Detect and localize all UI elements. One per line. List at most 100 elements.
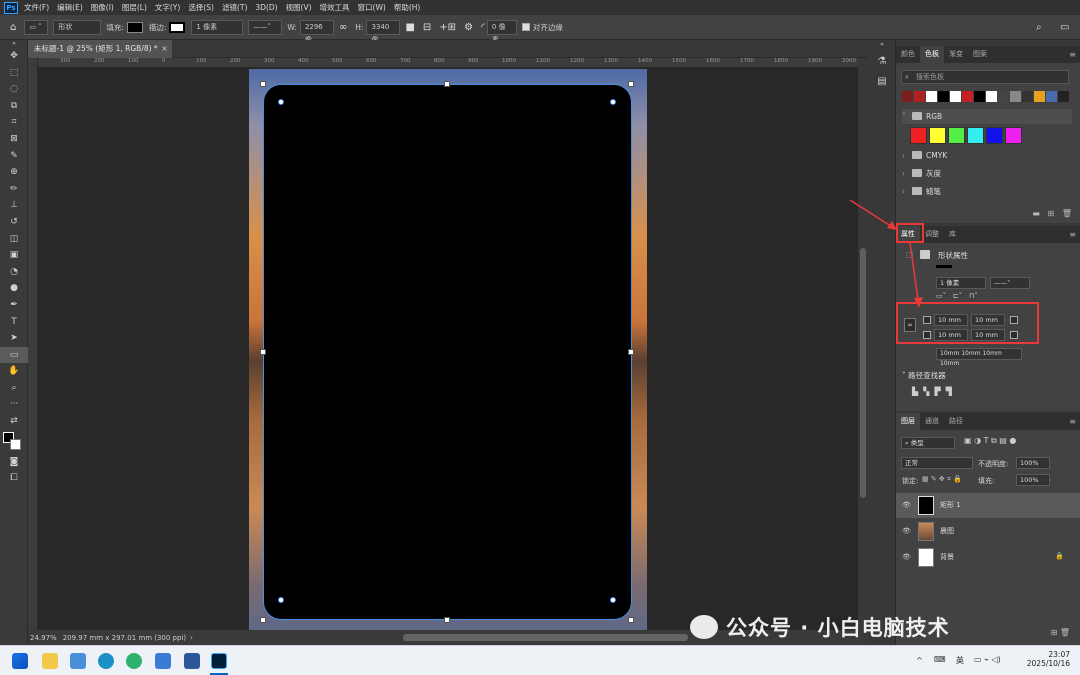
swatch[interactable]	[1005, 127, 1022, 144]
transform-handle[interactable]	[444, 617, 450, 623]
zoom-tool-icon[interactable]: ⌕	[0, 380, 28, 397]
link-icon[interactable]: ∞	[339, 22, 347, 33]
gradient-tool-icon[interactable]: ▣	[0, 247, 28, 264]
workspace-icon[interactable]: ▭	[1060, 22, 1069, 33]
swatch[interactable]	[986, 127, 1003, 144]
clock[interactable]: 23:07 2025/10/16	[1027, 650, 1070, 668]
menu-window[interactable]: 窗口(W)	[358, 2, 386, 13]
object-select-tool-icon[interactable]: ⧉	[0, 98, 28, 115]
menu-3d[interactable]: 3D(D)	[255, 3, 277, 12]
menu-image[interactable]: 图像(I)	[91, 2, 114, 13]
panel-menu-icon[interactable]: ≡	[1069, 417, 1076, 426]
tab-swatches[interactable]: 色板	[920, 46, 944, 63]
swatch-group[interactable]: › 灰度	[902, 166, 1072, 181]
vertical-scrollbar[interactable]	[858, 58, 868, 630]
blur-tool-icon[interactable]: ◔	[0, 264, 28, 281]
menu-file[interactable]: 文件(F)	[24, 2, 49, 13]
gear-icon[interactable]: ⚙	[464, 22, 473, 33]
home-icon[interactable]: ⌂	[10, 22, 16, 33]
stroke-type-select[interactable]: ——˅	[990, 277, 1030, 289]
transform-handle[interactable]	[260, 349, 266, 355]
corner-radius-handle[interactable]	[278, 597, 284, 603]
tab-libraries[interactable]: 库	[944, 226, 961, 243]
menu-view[interactable]: 视图(V)	[286, 2, 312, 13]
fill-swatch[interactable]	[126, 21, 143, 33]
tab-color[interactable]: 颜色	[896, 46, 920, 63]
photoshop-taskbar-icon[interactable]	[211, 653, 227, 669]
swatch-group[interactable]: › CMYK	[902, 148, 1072, 163]
swatch[interactable]	[902, 91, 913, 102]
path-select-tool-icon[interactable]: ➤	[0, 330, 28, 347]
screen-mode-icon[interactable]: ⧠	[0, 470, 28, 487]
path-arrangement-icon[interactable]: +⊞	[439, 22, 456, 33]
swatch[interactable]	[1022, 91, 1033, 102]
background-color-swatch[interactable]	[10, 438, 21, 450]
swatch[interactable]	[914, 91, 925, 102]
menu-plugins[interactable]: 增效工具	[320, 2, 350, 13]
search-icon[interactable]: ⌕	[1036, 22, 1042, 33]
menu-filter[interactable]: 滤镜(T)	[222, 2, 247, 13]
rectangle-tool-icon[interactable]: ▭	[0, 346, 28, 364]
swatch[interactable]	[1058, 91, 1069, 102]
quick-mask-icon[interactable]: ◙	[0, 454, 28, 471]
swatch[interactable]	[926, 91, 937, 102]
ime-indicator[interactable]: 英	[956, 655, 964, 666]
lock-icons[interactable]: ▦ ✎ ✥ ⌗ 🔒	[922, 475, 962, 484]
marquee-tool-icon[interactable]: ⬚	[0, 65, 28, 82]
height-input[interactable]: 3340 像	[366, 19, 401, 44]
link-corners-icon[interactable]: ∞	[904, 318, 916, 332]
status-chevron-icon[interactable]: ›	[190, 634, 193, 642]
eye-icon[interactable]: 👁	[902, 553, 911, 561]
menu-edit[interactable]: 编辑(E)	[57, 2, 83, 13]
corner-radius-handle[interactable]	[610, 597, 616, 603]
menu-type[interactable]: 文字(Y)	[155, 2, 180, 13]
panel-menu-icon[interactable]: ≡	[1069, 50, 1076, 59]
swatch-search-input[interactable]: ⌕ 搜索色板	[901, 70, 1069, 84]
transform-handle[interactable]	[444, 81, 450, 87]
transform-handle[interactable]	[260, 81, 266, 87]
radius-input[interactable]: 0 像素	[486, 19, 517, 44]
swatch[interactable]	[974, 91, 985, 102]
corner-bottom-left-input[interactable]: 10 mm	[934, 329, 968, 341]
stroke-swatch[interactable]	[169, 21, 186, 33]
word-icon[interactable]	[184, 653, 200, 669]
swatch[interactable]	[1010, 91, 1021, 102]
rounded-rectangle-shape[interactable]	[263, 84, 632, 620]
network-icon[interactable]: ▭ ⌁ ◁)	[974, 655, 1001, 664]
layer-row[interactable]: 👁 矩形 1	[896, 493, 1080, 518]
vertical-ruler[interactable]	[28, 58, 38, 630]
transform-handle[interactable]	[260, 617, 266, 623]
stroke-width-select[interactable]: 1 像素	[936, 277, 986, 289]
tray-chevron-icon[interactable]: ^	[916, 656, 923, 665]
menu-help[interactable]: 帮助(H)	[394, 2, 421, 13]
swatch-panel-buttons[interactable]: ▬ ⊞ 🗑	[1032, 209, 1072, 218]
toolbar-collapse-icon[interactable]: »	[0, 40, 28, 48]
tool-preset-picker[interactable]: ▭ ˅	[24, 19, 49, 35]
lasso-tool-icon[interactable]: ◌	[0, 81, 28, 98]
menu-select[interactable]: 选择(S)	[188, 2, 214, 13]
width-input[interactable]: 2296 像	[299, 19, 334, 44]
frame-tool-icon[interactable]: ⊠	[0, 131, 28, 148]
collapse-panels-icon[interactable]: «	[868, 40, 896, 52]
file-explorer-icon[interactable]	[42, 653, 58, 669]
swatch[interactable]	[962, 91, 973, 102]
swatch[interactable]	[998, 91, 1009, 102]
fill-input[interactable]: 100%	[1016, 474, 1050, 486]
corner-radius-handle[interactable]	[278, 99, 284, 105]
swap-colors-icon[interactable]: ⇄	[0, 413, 28, 430]
blend-mode-select[interactable]: 正常	[901, 457, 973, 469]
stroke-align-buttons[interactable]: ▭˅ ⊏˅ ⊓˅	[936, 292, 978, 300]
zoom-level[interactable]: 24.97%	[30, 634, 57, 642]
app-icon[interactable]	[155, 653, 171, 669]
swatch[interactable]	[986, 91, 997, 102]
align-edges-checkbox[interactable]	[521, 23, 530, 31]
swatch[interactable]	[1046, 91, 1057, 102]
crop-tool-icon[interactable]: ⌗	[0, 114, 28, 131]
corner-summary-input[interactable]: 10mm 10mm 10mm 10mm	[936, 348, 1022, 367]
opacity-input[interactable]: 100%	[1016, 457, 1050, 469]
layer-row[interactable]: 👁 背景 🔒	[896, 545, 1080, 570]
healing-brush-tool-icon[interactable]: ⊕	[0, 164, 28, 181]
windows-start-icon[interactable]	[12, 653, 28, 669]
swatch[interactable]	[1034, 91, 1045, 102]
learn-icon[interactable]: ⚗	[868, 52, 896, 72]
